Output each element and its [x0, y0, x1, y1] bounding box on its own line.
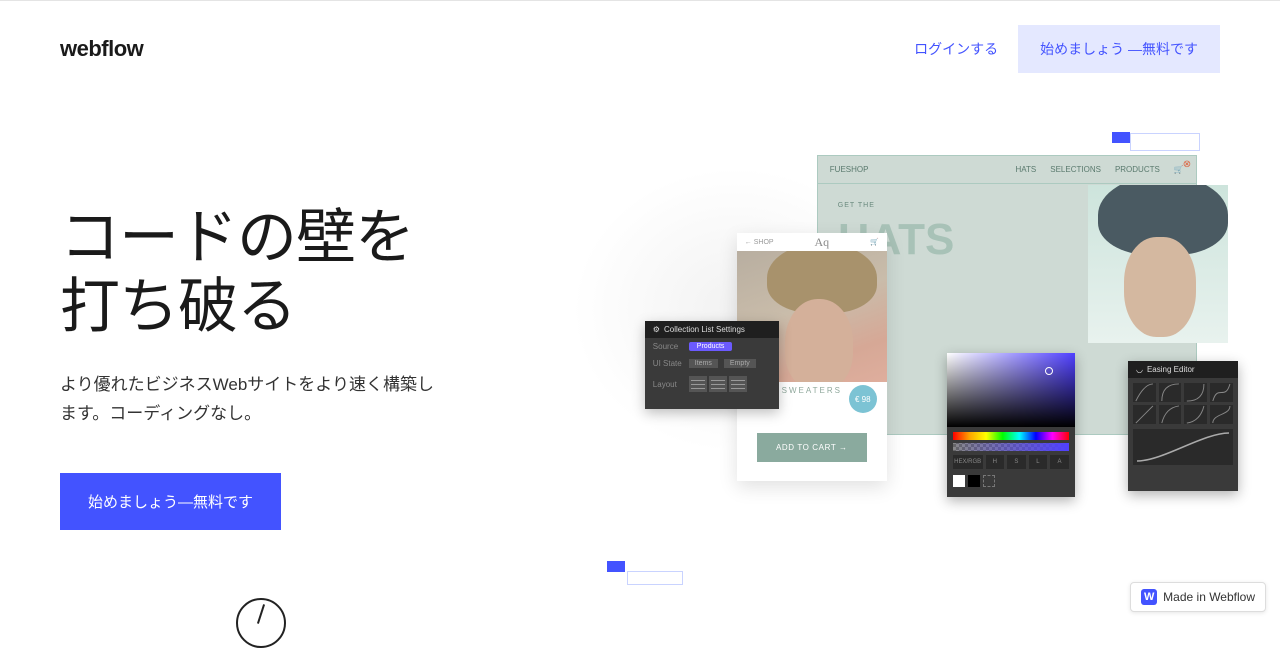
hero-illustration: ⊗ FUESHOP HATS SELECTIONS PRODUCTS 🛒 GET…: [617, 133, 1220, 573]
panel-title: Collection List Settings: [664, 325, 745, 334]
hero-subtitle: より優れたビジネスWebサイトをより速く構築します。コーディングなし。: [60, 371, 440, 429]
alpha-slider: [953, 443, 1069, 451]
site-header: webflow ログインする 始めましょう —無料です: [0, 1, 1280, 73]
picker-handle-icon: [1045, 367, 1053, 375]
swatch: [968, 475, 980, 487]
cart-icon: 🛒: [870, 238, 879, 246]
header-actions: ログインする 始めましょう —無料です: [914, 25, 1220, 73]
back-link: ← SHOP: [745, 239, 774, 246]
hero-section: コードの壁を 打ち破る より優れたビジネスWebサイトをより速く構築します。コー…: [0, 73, 1280, 573]
a-input: A: [1050, 455, 1069, 469]
row-label: Source: [653, 342, 683, 351]
mock-color-picker: HEX/RGB H S L A: [947, 353, 1075, 497]
swatch: [953, 475, 965, 487]
mock-easing-panel: ◡ Easing Editor: [1128, 361, 1238, 491]
panel-title: Easing Editor: [1147, 365, 1195, 374]
partner-logo-peek: [236, 598, 286, 648]
webflow-w-icon: W: [1141, 589, 1157, 605]
mock-site-logo: FUESHOP: [830, 165, 869, 174]
mock-price-badge: € 98: [849, 385, 877, 413]
mock-browser-topbar: FUESHOP HATS SELECTIONS PRODUCTS 🛒: [818, 156, 1196, 184]
state-pill: Empty: [724, 359, 756, 368]
hero-copy: コードの壁を 打ち破る より優れたビジネスWebサイトをより速く構築します。コー…: [60, 133, 617, 573]
hero-title-line2: 打ち破る: [60, 273, 296, 340]
close-icon: ⊗: [1183, 159, 1193, 169]
curve-icon: ◡: [1136, 365, 1143, 374]
login-link[interactable]: ログインする: [914, 39, 998, 59]
hero-title-line1: コードの壁を: [60, 204, 414, 271]
wireframe-outline: [627, 571, 683, 585]
mock-add-cart-button: ADD TO CART →: [757, 433, 867, 462]
mock-nav-item: HATS: [1016, 165, 1037, 174]
mock-product-photo: [1088, 185, 1228, 343]
mock-nav-item: PRODUCTS: [1115, 165, 1160, 174]
state-pill: Items: [689, 359, 718, 368]
row-label: UI State: [653, 359, 683, 368]
row-label: Layout: [653, 380, 683, 389]
hero-title: コードの壁を 打ち破る: [60, 203, 617, 341]
l-input: L: [1029, 455, 1048, 469]
logo[interactable]: webflow: [60, 36, 143, 62]
hero-cta-button[interactable]: 始めましょう—無料です: [60, 473, 281, 530]
source-pill: Products: [689, 342, 733, 351]
gear-icon: ⚙: [653, 325, 660, 334]
hex-input: HEX/RGB: [953, 455, 983, 469]
mock-nav-item: SELECTIONS: [1050, 165, 1101, 174]
h-input: H: [986, 455, 1005, 469]
wireframe-badge: [607, 561, 625, 572]
add-swatch-icon: [983, 475, 995, 487]
badge-label: Made in Webflow: [1163, 590, 1255, 604]
mock-settings-panel: ⚙ Collection List Settings Source Products…: [645, 321, 779, 409]
wireframe-badge: [1112, 132, 1130, 143]
hue-slider: [953, 432, 1069, 440]
header-cta-button[interactable]: 始めましょう —無料です: [1018, 25, 1220, 73]
mock-eyebrow: GET THE: [838, 202, 955, 209]
easing-preview: [1133, 429, 1233, 465]
s-input: S: [1007, 455, 1026, 469]
made-in-webflow-badge[interactable]: W Made in Webflow: [1130, 582, 1266, 612]
signature-icon: Aq: [815, 235, 830, 250]
wireframe-outline: [1130, 133, 1200, 151]
